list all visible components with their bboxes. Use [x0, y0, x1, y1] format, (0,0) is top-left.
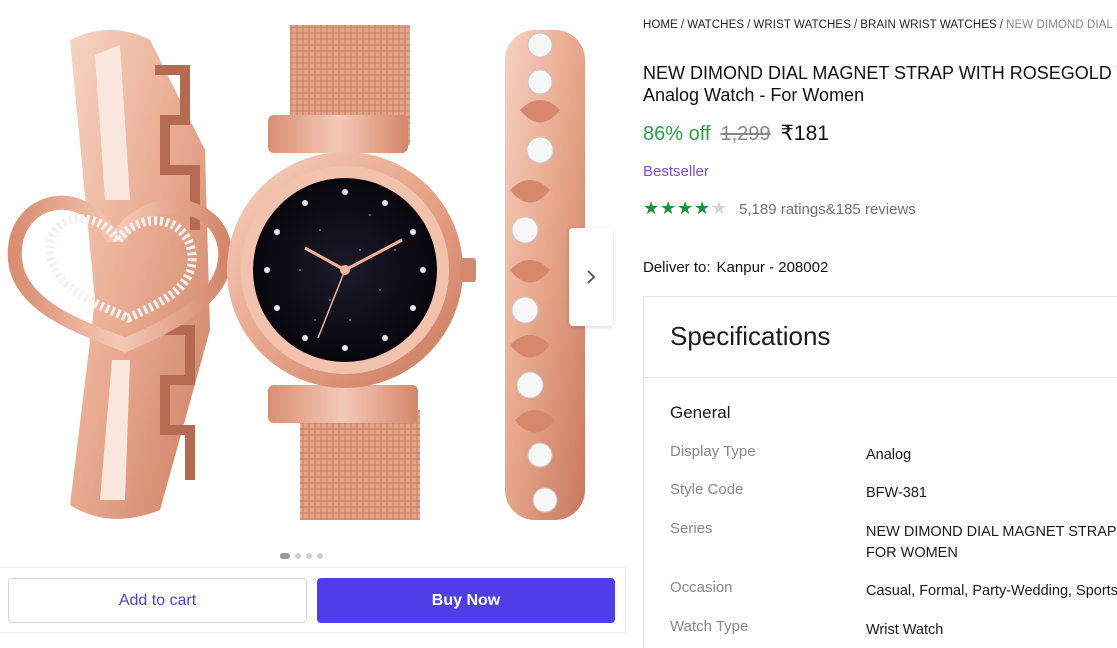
- bestseller-badge: Bestseller: [643, 163, 709, 180]
- star-filled-icon: ★: [643, 198, 660, 219]
- spec-label: Display Type: [670, 443, 756, 460]
- star-rating: ★ ★ ★ ★ ★: [643, 200, 728, 218]
- image-pager: [280, 553, 323, 559]
- breadcrumb-brain-wrist-watches[interactable]: BRAIN WRIST WATCHES: [860, 19, 997, 31]
- spec-label: Style Code: [670, 481, 744, 498]
- spec-value: Analog: [866, 447, 912, 463]
- spec-value: BFW-381: [866, 485, 927, 501]
- product-gallery: Add to cart Buy Now: [0, 0, 626, 648]
- spec-group-title: General: [670, 403, 731, 422]
- divider: [644, 377, 1117, 378]
- watch: [227, 25, 476, 520]
- star-filled-icon: ★: [660, 198, 677, 219]
- product-image[interactable]: [0, 0, 626, 540]
- spec-label: Watch Type: [670, 618, 749, 635]
- breadcrumb: HOME / WATCHES / WRIST WATCHES / BRAIN WRIST W…: [643, 19, 1117, 31]
- selling-price: ₹181: [780, 122, 829, 145]
- price-row: 86% off 1,299 ₹181: [643, 121, 829, 146]
- reviews-count: 185 reviews: [835, 200, 916, 218]
- breadcrumb-current: NEW DIMOND DIAL MA: [1006, 19, 1117, 31]
- deliver-label: Deliver to:: [643, 259, 711, 276]
- discount-percent: 86% off: [643, 123, 711, 145]
- star-filled-icon: ★: [677, 198, 694, 219]
- next-image-button[interactable]: [569, 228, 613, 326]
- action-bar: Add to cart Buy Now: [0, 567, 626, 633]
- heart-bracelet: [7, 30, 233, 519]
- breadcrumb-watches[interactable]: WATCHES: [687, 19, 744, 31]
- ratings-count: 5,189 ratings: [739, 200, 826, 218]
- spec-label: Series: [670, 520, 713, 537]
- pager-dot[interactable]: [317, 553, 323, 559]
- original-price: 1,299: [720, 123, 771, 145]
- specifications-heading: Specifications: [670, 321, 831, 351]
- reviews-joiner: &: [825, 200, 836, 218]
- buy-now-button[interactable]: Buy Now: [317, 578, 615, 623]
- pager-dot[interactable]: [295, 553, 301, 559]
- specifications-panel: Specifications General Display Type Anal…: [643, 296, 1117, 648]
- pager-dot[interactable]: [306, 553, 312, 559]
- product-title: NEW DIMOND DIAL MAGNET STRAP WITH ROSEGO…: [643, 63, 1117, 105]
- breadcrumb-home[interactable]: HOME: [643, 19, 678, 31]
- breadcrumb-wrist-watches[interactable]: WRIST WATCHES: [753, 19, 851, 31]
- rating-row[interactable]: ★ ★ ★ ★ ★ 5,189 ratings & 185 reviews: [643, 200, 916, 218]
- chevron-right-icon: [587, 270, 596, 284]
- spec-value: Casual, Formal, Party-Wedding, Sports: [866, 583, 1117, 599]
- deliver-pincode: Kanpur - 208002: [716, 259, 829, 276]
- product-details: HOME / WATCHES / WRIST WATCHES / BRAIN WRIST W…: [643, 0, 1117, 648]
- spec-value: NEW DIMOND DIAL MAGNET STRAP FOR WOMEN: [866, 524, 1117, 561]
- star-empty-icon: ★: [711, 198, 728, 219]
- delivery-location[interactable]: Deliver to: Kanpur - 208002: [643, 259, 828, 276]
- spec-label: Occasion: [670, 579, 733, 596]
- star-filled-icon: ★: [694, 198, 711, 219]
- add-to-cart-button[interactable]: Add to cart: [8, 578, 307, 623]
- spec-value: Wrist Watch: [866, 622, 944, 638]
- pager-dot[interactable]: [280, 553, 290, 559]
